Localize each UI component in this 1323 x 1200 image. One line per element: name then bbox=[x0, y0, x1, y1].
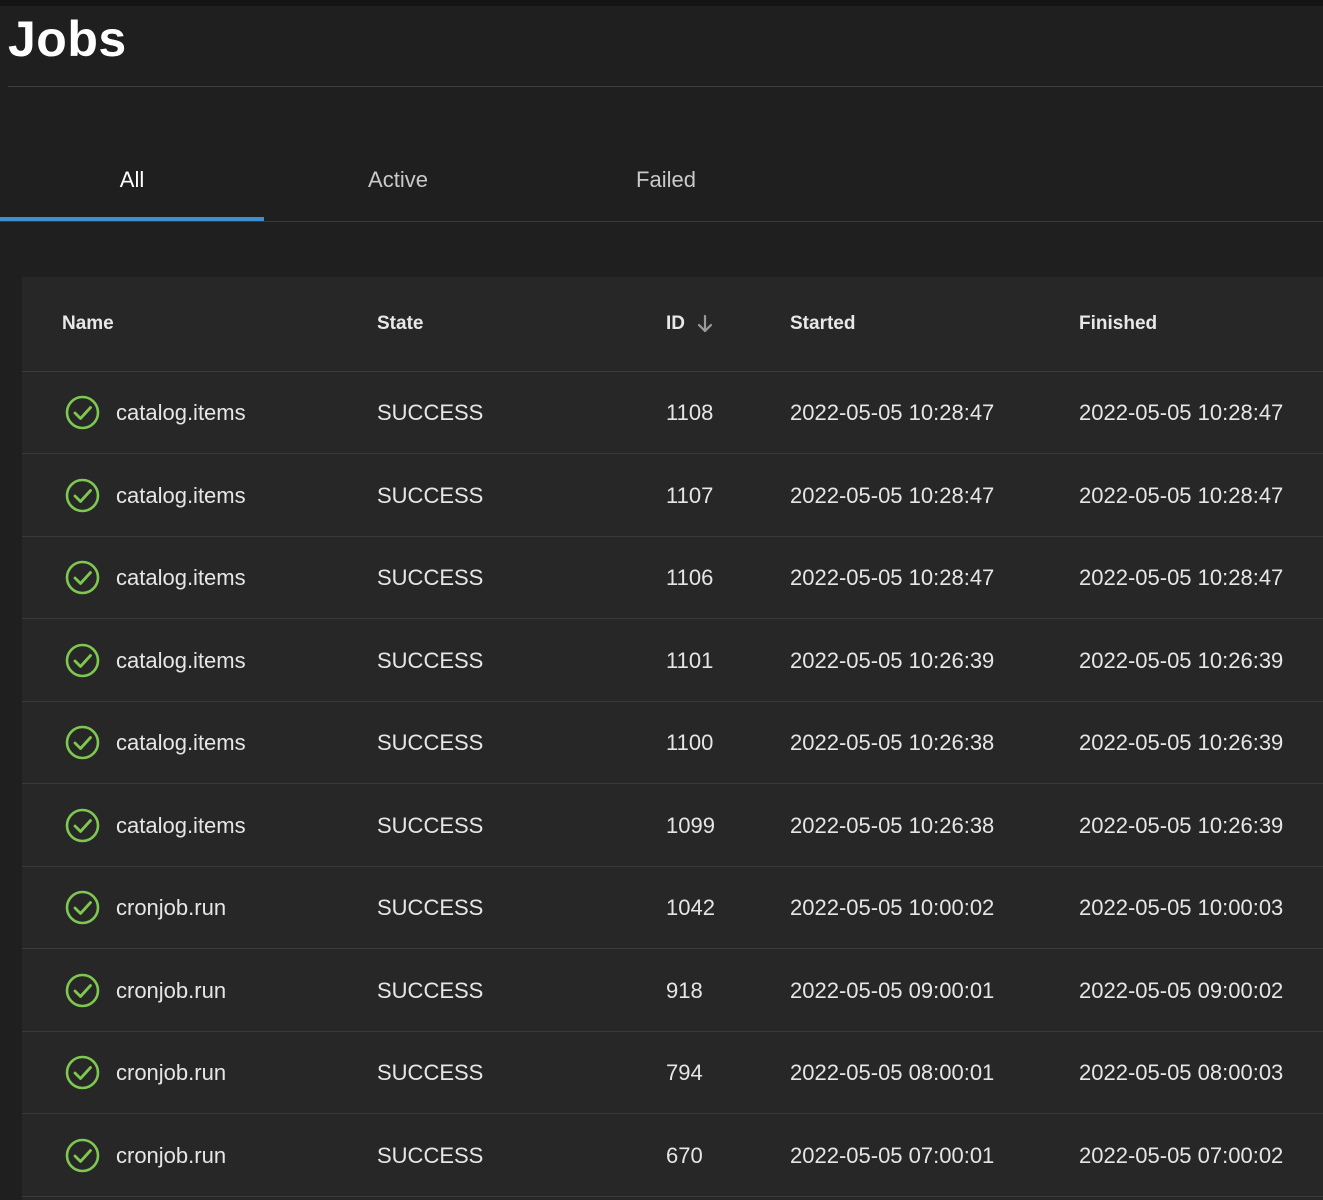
job-name: catalog.items bbox=[116, 729, 246, 755]
job-id: 1099 bbox=[666, 812, 715, 838]
job-state: SUCCESS bbox=[377, 977, 484, 1003]
column-header-state-label: State bbox=[377, 313, 424, 334]
job-finished: 2022-05-05 10:00:03 bbox=[1079, 894, 1284, 920]
column-header-name[interactable]: Name bbox=[62, 277, 114, 371]
column-header-state[interactable]: State bbox=[377, 277, 423, 371]
success-check-icon bbox=[64, 477, 101, 514]
job-state: SUCCESS bbox=[377, 1142, 484, 1168]
column-header-started-label: Started bbox=[790, 313, 856, 334]
job-finished: 2022-05-05 10:26:39 bbox=[1079, 647, 1284, 673]
job-finished: 2022-05-05 10:26:39 bbox=[1079, 729, 1284, 755]
job-state: SUCCESS bbox=[377, 564, 484, 590]
job-started: 2022-05-05 10:26:38 bbox=[790, 729, 995, 755]
column-header-id-label: ID bbox=[666, 313, 685, 334]
job-name: catalog.items bbox=[116, 399, 246, 425]
job-name: cronjob.run bbox=[116, 1142, 227, 1168]
table-row[interactable]: catalog.items SUCCESS 1106 2022-05-05 10:28… bbox=[22, 537, 1323, 619]
table-row[interactable]: cronjob.run SUCCESS 1042 2022-05-05 10:00:0… bbox=[22, 867, 1323, 949]
tabs-divider bbox=[0, 221, 1323, 222]
job-id: 1106 bbox=[666, 564, 714, 590]
tab-active[interactable]: Active bbox=[266, 138, 530, 222]
column-header-finished[interactable]: Finished bbox=[1079, 277, 1157, 371]
job-started: 2022-05-05 07:00:01 bbox=[790, 1142, 995, 1168]
job-finished: 2022-05-05 10:28:47 bbox=[1079, 564, 1284, 590]
title-divider bbox=[8, 86, 1323, 87]
table-header: Name State ID Started Finished bbox=[22, 277, 1323, 372]
job-state: SUCCESS bbox=[377, 647, 484, 673]
job-name: catalog.items bbox=[116, 812, 246, 838]
page-title: Jobs bbox=[8, 11, 127, 67]
column-header-name-label: Name bbox=[62, 313, 114, 334]
table-row[interactable]: catalog.items SUCCESS 1101 2022-05-05 10:26… bbox=[22, 620, 1323, 702]
job-id: 1108 bbox=[666, 399, 714, 425]
success-check-icon bbox=[64, 1137, 101, 1174]
job-finished: 2022-05-05 10:26:39 bbox=[1079, 812, 1284, 838]
job-id: 670 bbox=[666, 1142, 703, 1168]
job-started: 2022-05-05 10:28:47 bbox=[790, 399, 995, 425]
column-header-finished-label: Finished bbox=[1079, 313, 1158, 334]
job-state: SUCCESS bbox=[377, 482, 484, 508]
job-id: 1042 bbox=[666, 894, 715, 920]
job-id: 1107 bbox=[666, 482, 714, 508]
sort-descending-icon[interactable] bbox=[697, 314, 713, 334]
window-top-strip bbox=[0, 0, 1323, 6]
success-check-icon bbox=[64, 642, 101, 679]
column-header-id[interactable]: ID bbox=[666, 277, 713, 371]
success-check-icon bbox=[64, 1054, 101, 1091]
table-row[interactable]: catalog.items SUCCESS 1108 2022-05-05 10:28… bbox=[22, 372, 1323, 454]
job-started: 2022-05-05 10:28:47 bbox=[790, 482, 995, 508]
tab-failed[interactable]: Failed bbox=[534, 138, 798, 222]
table-row[interactable]: cronjob.run SUCCESS 794 2022-05-05 08:00:01… bbox=[22, 1032, 1323, 1114]
success-check-icon bbox=[64, 889, 101, 926]
job-id: 794 bbox=[666, 1059, 703, 1085]
job-finished: 2022-05-05 07:00:02 bbox=[1079, 1142, 1284, 1168]
job-name: cronjob.run bbox=[116, 894, 227, 920]
job-finished: 2022-05-05 10:28:47 bbox=[1079, 482, 1284, 508]
job-id: 1101 bbox=[666, 647, 714, 673]
job-state: SUCCESS bbox=[377, 729, 484, 755]
column-header-started[interactable]: Started bbox=[790, 277, 855, 371]
job-name: catalog.items bbox=[116, 564, 246, 590]
success-check-icon bbox=[64, 724, 101, 761]
job-started: 2022-05-05 10:26:38 bbox=[790, 812, 995, 838]
job-finished: 2022-05-05 08:00:03 bbox=[1079, 1059, 1284, 1085]
job-name: catalog.items bbox=[116, 482, 246, 508]
job-finished: 2022-05-05 09:00:02 bbox=[1079, 977, 1284, 1003]
job-id: 1100 bbox=[666, 729, 714, 755]
job-started: 2022-05-05 08:00:01 bbox=[790, 1059, 995, 1085]
success-check-icon bbox=[64, 807, 101, 844]
success-check-icon bbox=[64, 972, 101, 1009]
tab-all[interactable]: All bbox=[0, 138, 264, 222]
job-name: cronjob.run bbox=[116, 1059, 227, 1085]
job-finished: 2022-05-05 10:28:47 bbox=[1079, 399, 1284, 425]
success-check-icon bbox=[64, 394, 101, 431]
job-state: SUCCESS bbox=[377, 812, 484, 838]
table-row[interactable]: cronjob.run SUCCESS 918 2022-05-05 09:00:01… bbox=[22, 950, 1323, 1032]
job-state: SUCCESS bbox=[377, 894, 484, 920]
success-check-icon bbox=[64, 559, 101, 596]
job-started: 2022-05-05 10:26:39 bbox=[790, 647, 995, 673]
job-state: SUCCESS bbox=[377, 399, 484, 425]
job-started: 2022-05-05 10:00:02 bbox=[790, 894, 995, 920]
table-row[interactable]: catalog.items SUCCESS 1099 2022-05-05 10:26… bbox=[22, 785, 1323, 867]
job-id: 918 bbox=[666, 977, 703, 1003]
table-row[interactable]: catalog.items SUCCESS 1100 2022-05-05 10:26… bbox=[22, 702, 1323, 784]
job-name: catalog.items bbox=[116, 647, 246, 673]
job-started: 2022-05-05 09:00:01 bbox=[790, 977, 995, 1003]
job-started: 2022-05-05 10:28:47 bbox=[790, 564, 995, 590]
jobs-table: Name State ID Started Finished catalog.i… bbox=[22, 277, 1323, 1200]
job-name: cronjob.run bbox=[116, 977, 227, 1003]
table-row[interactable]: cronjob.run SUCCESS 670 2022-05-05 07:00:01… bbox=[22, 1115, 1323, 1197]
job-state: SUCCESS bbox=[377, 1059, 484, 1085]
table-row[interactable]: catalog.items SUCCESS 1107 2022-05-05 10:28… bbox=[22, 455, 1323, 537]
tab-bar: All Active Failed bbox=[0, 138, 1323, 222]
